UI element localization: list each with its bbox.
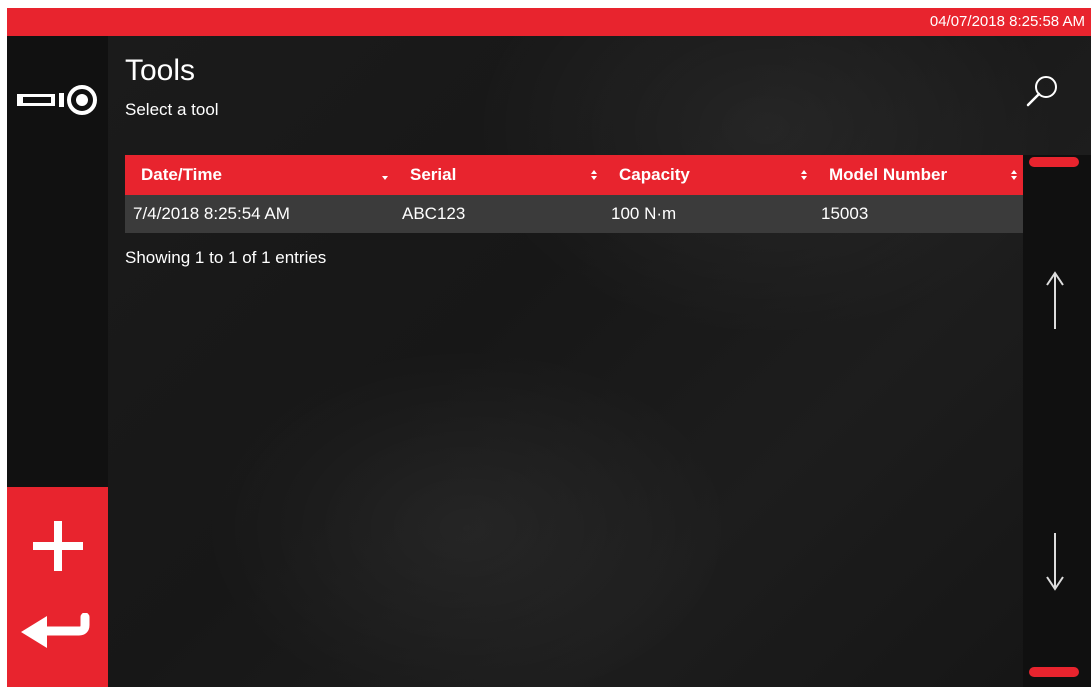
sort-desc-icon: [382, 176, 388, 180]
table-row[interactable]: 7/4/2018 8:25:54 AM ABC123 100 N·m 15003: [125, 195, 1023, 233]
page-title: Tools: [125, 54, 196, 87]
search-icon: [1023, 76, 1063, 115]
cell-serial: ABC123: [394, 195, 603, 233]
scroll-bottom-indicator: [1029, 667, 1079, 677]
column-header-label: Capacity: [619, 165, 690, 184]
arrow-down-icon: [1035, 533, 1075, 598]
scroll-panel: [1023, 155, 1091, 687]
scroll-top-indicator: [1029, 157, 1079, 167]
column-header-datetime[interactable]: Date/Time: [125, 155, 394, 195]
column-header-capacity[interactable]: Capacity: [603, 155, 813, 195]
tools-table: Date/Time Serial Capacity Model Number 7…: [125, 155, 1023, 233]
column-header-serial[interactable]: Serial: [394, 155, 603, 195]
sort-icon: [801, 170, 807, 180]
column-header-label: Date/Time: [141, 165, 222, 184]
sidebar: [7, 36, 108, 687]
table-header-row: Date/Time Serial Capacity Model Number: [125, 155, 1023, 195]
add-tool-button[interactable]: [7, 487, 108, 687]
scroll-down-button[interactable]: [1035, 525, 1075, 595]
scroll-up-button[interactable]: [1035, 267, 1075, 337]
status-bar: 04/07/2018 8:25:58 AM: [7, 8, 1091, 36]
clock: 04/07/2018 8:25:58 AM: [929, 13, 1085, 30]
return-arrow-icon[interactable]: [17, 612, 101, 659]
cell-capacity: 100 N·m: [603, 195, 813, 233]
app-screen: 04/07/2018 8:25:58 AM Tools Select a too…: [7, 8, 1091, 687]
column-header-label: Serial: [410, 165, 457, 184]
column-header-model-number[interactable]: Model Number: [813, 155, 1023, 195]
cell-datetime: 7/4/2018 8:25:54 AM: [125, 195, 394, 233]
cell-model-number: 15003: [813, 195, 1023, 233]
sort-icon: [1011, 170, 1017, 180]
column-header-label: Model Number: [829, 165, 948, 184]
table-info: Showing 1 to 1 of 1 entries: [125, 248, 327, 267]
search-button[interactable]: [1023, 72, 1063, 112]
sort-icon: [591, 170, 597, 180]
arrow-up-icon: [1035, 271, 1075, 340]
tool-icon: [15, 82, 99, 118]
plus-icon: [29, 517, 87, 575]
page-subtitle: Select a tool: [125, 100, 219, 119]
